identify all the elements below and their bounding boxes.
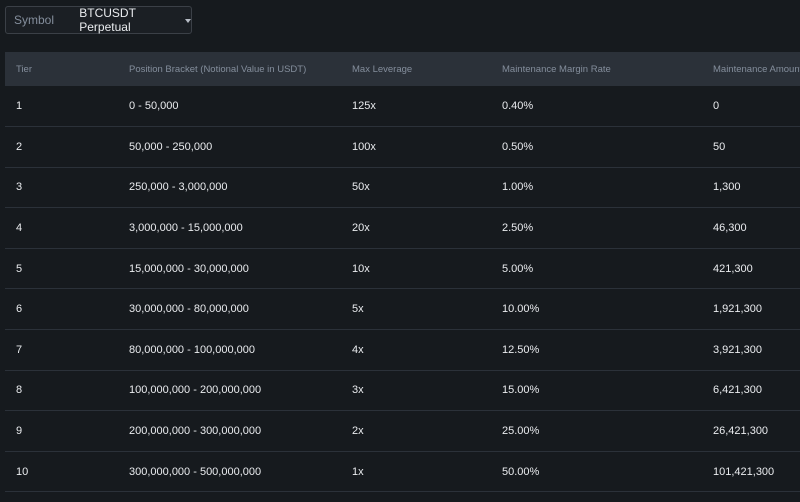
- cell-maintenance-amount: 50: [713, 140, 726, 153]
- cell-max-leverage: 3x: [352, 384, 364, 397]
- table-row: 3 250,000 - 3,000,000 50x 1.00% 1,300: [5, 167, 800, 209]
- cell-maintenance-margin-rate: 12.50%: [502, 343, 540, 356]
- cell-maintenance-amount: 46,300: [713, 221, 747, 234]
- cell-maintenance-amount: 6,421,300: [713, 384, 762, 397]
- table-row: 5 15,000,000 - 30,000,000 10x 5.00% 421,300: [5, 248, 800, 290]
- cell-tier: 9: [16, 424, 23, 437]
- cell-position-bracket: 3,000,000 - 15,000,000: [129, 221, 243, 234]
- cell-tier: 2: [16, 140, 23, 153]
- cell-position-bracket: 50,000 - 250,000: [129, 140, 213, 153]
- cell-tier: 1: [16, 100, 23, 112]
- table-row: 4 3,000,000 - 15,000,000 20x 2.50% 46,300: [5, 208, 800, 249]
- cell-maintenance-amount: 421,300: [713, 262, 753, 275]
- cell-max-leverage: 1x: [352, 465, 364, 478]
- cell-maintenance-amount: 101,421,300: [713, 465, 775, 478]
- cell-maintenance-margin-rate: 50.00%: [502, 465, 540, 478]
- cell-tier: 4: [16, 221, 23, 234]
- cell-max-leverage: 5x: [352, 303, 364, 316]
- cell-tier: 6: [16, 303, 23, 316]
- table-row: 2 50,000 - 250,000 100x 0.50% 50: [5, 127, 800, 168]
- table-header: Tier Position Bracket (Notional Value in…: [5, 52, 800, 86]
- table-row: 7 80,000,000 - 100,000,000 4x 12.50% 3,921,3…: [5, 329, 800, 371]
- cell-maintenance-amount: 26,421,300: [713, 424, 769, 437]
- cell-maintenance-margin-rate: 0.40%: [502, 100, 534, 112]
- table-row: 1 0 - 50,000 125x 0.40% 0: [5, 86, 800, 127]
- table-body: 1 0 - 50,000 125x 0.40% 0 2 50,000 - 250,000 10…: [5, 86, 800, 493]
- cell-maintenance-amount: 0: [713, 100, 720, 112]
- cell-max-leverage: 4x: [352, 343, 364, 356]
- cell-max-leverage: 50x: [352, 181, 370, 194]
- table-row: 8 100,000,000 - 200,000,000 3x 15.00% 6,421,…: [5, 370, 800, 412]
- leverage-tier-table: Tier Position Bracket (Notional Value in…: [5, 52, 800, 493]
- cell-tier: 7: [16, 343, 23, 356]
- cell-maintenance-margin-rate: 15.00%: [502, 384, 540, 397]
- cell-position-bracket: 250,000 - 3,000,000: [129, 181, 228, 194]
- table-row: 10 300,000,000 - 500,000,000 1x 50.00% 101,4…: [5, 451, 800, 493]
- cell-maintenance-margin-rate: 0.50%: [502, 140, 534, 153]
- cell-maintenance-amount: 3,921,300: [713, 343, 762, 356]
- cell-position-bracket: 30,000,000 - 80,000,000: [129, 303, 249, 316]
- header-maintenance-margin-rate: Maintenance Margin Rate: [502, 63, 611, 75]
- cell-max-leverage: 2x: [352, 424, 364, 437]
- cell-position-bracket: 200,000,000 - 300,000,000: [129, 424, 262, 437]
- cell-tier: 10: [16, 465, 29, 478]
- cell-position-bracket: 300,000,000 - 500,000,000: [129, 465, 262, 478]
- cell-max-leverage: 20x: [352, 221, 370, 234]
- cell-maintenance-margin-rate: 25.00%: [502, 424, 540, 437]
- cell-position-bracket: 80,000,000 - 100,000,000: [129, 343, 256, 356]
- cell-maintenance-margin-rate: 5.00%: [502, 262, 534, 275]
- header-tier: Tier: [16, 63, 33, 75]
- cell-position-bracket: 100,000,000 - 200,000,000: [129, 384, 262, 397]
- header-maintenance-amount: Maintenance Amount: [713, 63, 800, 75]
- leverage-tiers-panel: Symbol BTCUSDT Perpetual Tier Position B…: [0, 0, 800, 502]
- cell-max-leverage: 100x: [352, 140, 376, 153]
- header-position-bracket: Position Bracket (Notional Value in USDT…: [129, 63, 307, 75]
- cell-maintenance-margin-rate: 1.00%: [502, 181, 534, 194]
- cell-maintenance-margin-rate: 2.50%: [502, 221, 534, 234]
- header-max-leverage: Max Leverage: [352, 63, 413, 75]
- cell-position-bracket: 0 - 50,000: [129, 100, 179, 112]
- table-row: 6 30,000,000 - 80,000,000 5x 10.00% 1,921,30…: [5, 289, 800, 330]
- cell-maintenance-amount: 1,300: [713, 181, 741, 194]
- cell-tier: 3: [16, 181, 23, 194]
- cell-tier: 8: [16, 384, 23, 397]
- symbol-value: BTCUSDT Perpetual: [79, 6, 136, 34]
- symbol-label: Symbol: [14, 13, 55, 27]
- cell-tier: 5: [16, 262, 23, 275]
- symbol-select[interactable]: Symbol BTCUSDT Perpetual: [5, 6, 192, 34]
- table-row: 9 200,000,000 - 300,000,000 2x 25.00% 26,421…: [5, 411, 800, 452]
- caret-down-icon: [185, 18, 191, 23]
- cell-maintenance-amount: 1,921,300: [713, 303, 762, 316]
- cell-maintenance-margin-rate: 10.00%: [502, 303, 540, 316]
- cell-max-leverage: 125x: [352, 100, 376, 112]
- cell-max-leverage: 10x: [352, 262, 370, 275]
- cell-position-bracket: 15,000,000 - 30,000,000: [129, 262, 249, 275]
